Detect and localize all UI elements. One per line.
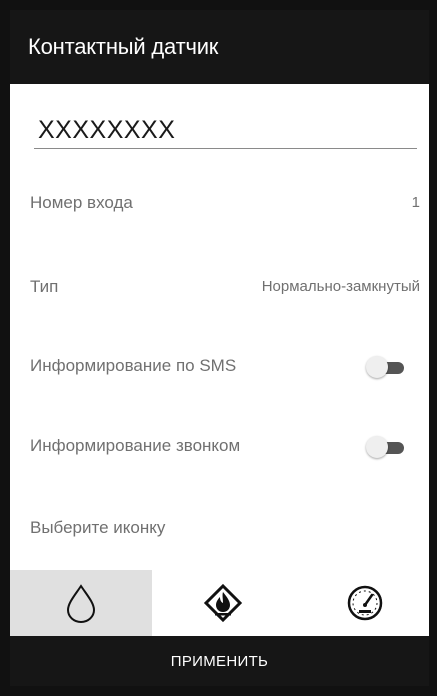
sms-notify-label: Информирование по SMS xyxy=(30,356,237,375)
fire-hazard-icon xyxy=(203,583,243,623)
icon-picker xyxy=(10,570,429,636)
sensor-settings-dialog: Контактный датчик XXXXXXXX Номер входа 1… xyxy=(10,10,429,686)
input-number-label: Номер входа xyxy=(30,193,133,212)
icon-choice-row: Выберите иконку xyxy=(30,513,420,543)
icon-option-gauge[interactable] xyxy=(294,570,429,636)
toggle-thumb xyxy=(366,436,388,458)
sensor-name-value: XXXXXXXX xyxy=(38,116,176,144)
type-value: Нормально-замкнутый xyxy=(261,278,420,295)
icon-option-water[interactable] xyxy=(10,570,152,636)
type-row[interactable]: Тип Нормально-замкнутый xyxy=(30,272,420,302)
title-bar: Контактный датчик xyxy=(10,10,429,84)
water-drop-icon xyxy=(66,584,96,623)
sms-notify-toggle[interactable] xyxy=(366,356,408,378)
sensor-name-field[interactable]: XXXXXXXX xyxy=(34,114,417,149)
apply-button[interactable]: ПРИМЕНИТЬ xyxy=(10,636,429,686)
input-number-value: 1 xyxy=(411,194,420,211)
icon-option-fire[interactable] xyxy=(152,570,294,636)
icon-choice-label: Выберите иконку xyxy=(30,518,166,537)
dialog-title: Контактный датчик xyxy=(28,34,219,59)
type-label: Тип xyxy=(30,277,59,296)
call-notify-row: Информирование звонком xyxy=(30,431,420,461)
call-notify-label: Информирование звонком xyxy=(30,436,241,455)
input-number-row[interactable]: Номер входа 1 xyxy=(30,188,420,218)
call-notify-toggle[interactable] xyxy=(366,436,408,458)
sms-notify-row: Информирование по SMS xyxy=(30,351,420,381)
apply-button-label: ПРИМЕНИТЬ xyxy=(170,653,269,670)
gauge-icon xyxy=(347,585,383,621)
toggle-thumb xyxy=(366,356,388,378)
